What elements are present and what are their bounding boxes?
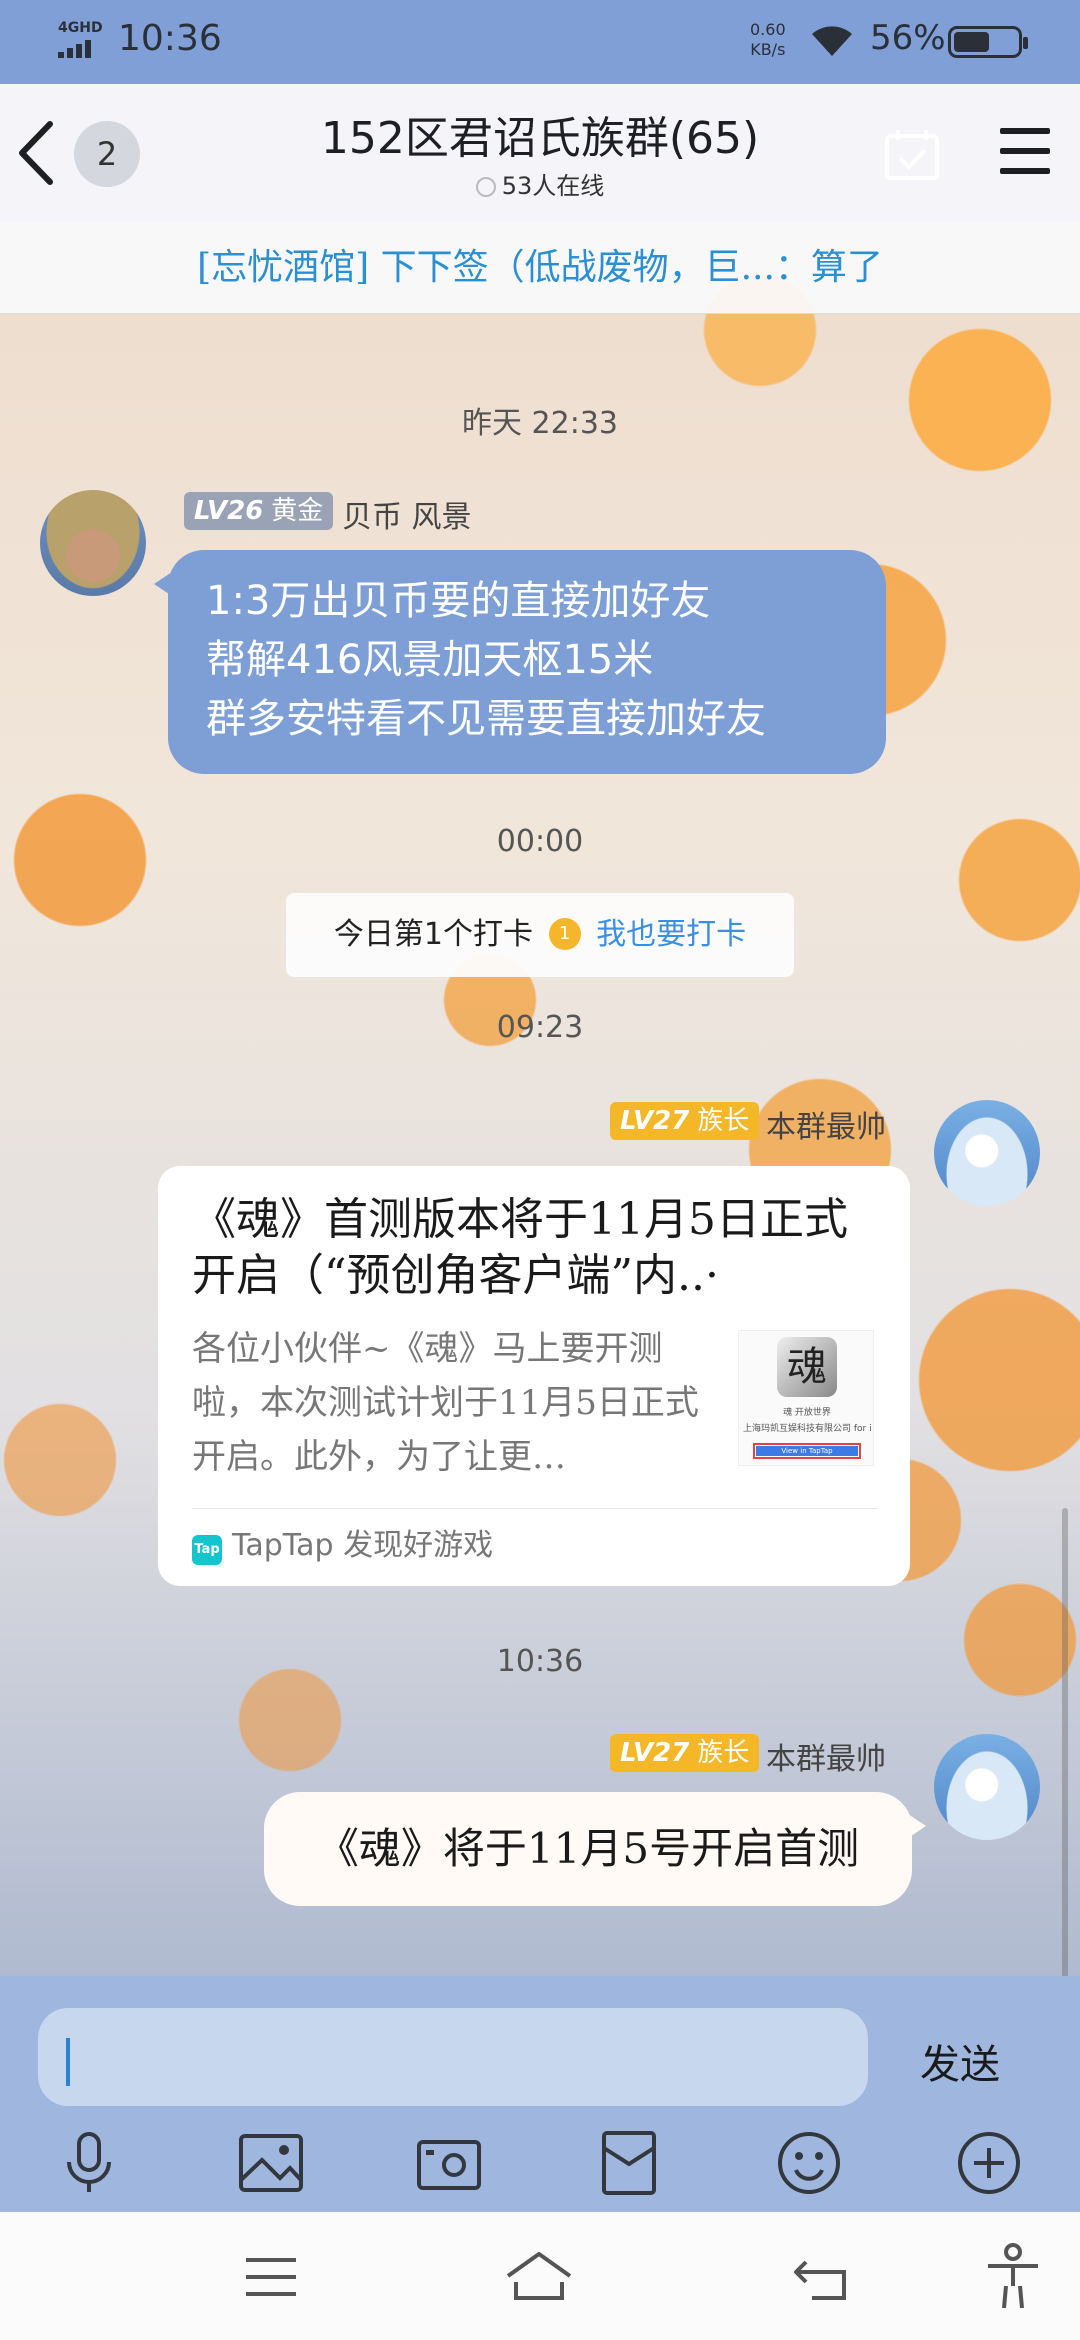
message-timestamp: 10:36 bbox=[496, 1644, 584, 1679]
wifi-icon bbox=[812, 26, 852, 56]
home-icon[interactable] bbox=[504, 2242, 574, 2312]
card-source: Tap TapTap 发现好游戏 bbox=[192, 1522, 493, 1570]
network-speed: 0.60 KB/s bbox=[750, 20, 786, 60]
thumb-caption: 魂 开放世界 bbox=[783, 1408, 831, 1418]
camera-icon[interactable] bbox=[414, 2128, 484, 2198]
battery-level bbox=[954, 32, 989, 52]
card-description: 各位小伙伴~《魂》马上要开测啦，本次测试计划于11月5日正式开启。此外，为了让更… bbox=[192, 1329, 699, 1477]
network-type: 4GHD bbox=[58, 20, 103, 36]
level-number: LV26 bbox=[194, 496, 264, 526]
calendar-check-icon[interactable] bbox=[884, 126, 940, 182]
image-icon[interactable] bbox=[236, 2128, 306, 2198]
message-timestamp: 昨天 22:33 bbox=[462, 406, 618, 441]
level-badge: LV27 族长 bbox=[610, 1102, 760, 1140]
level-badge: LV27 族长 bbox=[610, 1734, 760, 1772]
checkin-rank: 1 bbox=[558, 923, 571, 944]
microphone-icon[interactable] bbox=[54, 2128, 124, 2198]
hamburger-icon[interactable] bbox=[1000, 128, 1050, 174]
thumb-button: View in TapTap bbox=[753, 1443, 861, 1459]
back-icon[interactable] bbox=[788, 2242, 858, 2312]
message-line: 帮解416风景加天枢15米 bbox=[206, 637, 654, 683]
system-nav-bar bbox=[0, 2212, 1080, 2340]
send-button[interactable]: 发送 bbox=[900, 2032, 1020, 2090]
battery-icon bbox=[948, 26, 1028, 58]
sender-name[interactable]: 本群最帅 bbox=[766, 1102, 886, 1146]
card-thumbnail: 魂 魂 开放世界 上海玛凯互娱科技有限公司 for it View in Tap… bbox=[738, 1330, 874, 1466]
thumb-publisher: 上海玛凯互娱科技有限公司 for it bbox=[743, 1424, 871, 1434]
message-bubble[interactable]: 《魂》将于11月5号开启首测 bbox=[264, 1792, 926, 1906]
card-source-text: TapTap 发现好游戏 bbox=[232, 1528, 494, 1563]
sender-name[interactable]: 本群最帅 bbox=[766, 1734, 886, 1778]
card-title: 《魂》首测版本将于11月5日正式开启（“预创角客户端”内..· bbox=[192, 1194, 848, 1301]
accessibility-icon[interactable] bbox=[978, 2242, 1048, 2312]
level-title: 族长 bbox=[697, 1738, 750, 1768]
plus-icon[interactable] bbox=[954, 2128, 1024, 2198]
text-caret bbox=[66, 2038, 70, 2086]
checkin-link[interactable]: 我也要打卡 bbox=[596, 917, 746, 952]
message-line: 1:3万出贝币要的直接加好友 bbox=[206, 578, 711, 624]
battery-percent: 56% bbox=[870, 18, 946, 58]
chat-header: 2 152区君诏氏族群(65) 53人在线 bbox=[0, 84, 1080, 222]
checkin-text: 今日第1个打卡 bbox=[333, 917, 533, 952]
network-speed-unit: KB/s bbox=[750, 40, 786, 59]
thumb-button-label: View in TapTap bbox=[756, 1446, 858, 1456]
divider bbox=[192, 1508, 878, 1509]
sender-avatar[interactable] bbox=[934, 1734, 1040, 1840]
emoji-icon[interactable] bbox=[774, 2128, 844, 2198]
sender-avatar[interactable] bbox=[40, 490, 146, 596]
level-badge: LV26 黄金 bbox=[184, 492, 334, 530]
red-packet-icon[interactable] bbox=[594, 2128, 664, 2198]
game-logo: 魂 bbox=[777, 1337, 837, 1397]
online-count-text: 53人在线 bbox=[501, 172, 605, 200]
signal-icon bbox=[58, 40, 98, 58]
message-timestamp: 00:00 bbox=[496, 824, 584, 859]
level-number: LV27 bbox=[620, 1106, 690, 1136]
online-status-icon bbox=[475, 177, 496, 197]
network-speed-value: 0.60 bbox=[750, 20, 786, 39]
sender-name[interactable]: 贝币 风景 bbox=[342, 492, 472, 536]
message-line: 群多安特看不见需要直接加好友 bbox=[206, 696, 766, 742]
message-input[interactable] bbox=[38, 2008, 868, 2106]
level-title: 族长 bbox=[697, 1106, 750, 1136]
message-bubble[interactable]: 1:3万出贝币要的直接加好友 帮解416风景加天枢15米 群多安特看不见需要直接… bbox=[154, 550, 886, 774]
scrollbar[interactable] bbox=[1062, 1508, 1068, 1978]
level-title: 黄金 bbox=[271, 496, 324, 526]
medal-icon: 1 bbox=[548, 918, 581, 950]
message-timestamp: 09:23 bbox=[496, 1010, 584, 1045]
checkin-notice: 今日第1个打卡 1 我也要打卡 bbox=[286, 893, 794, 977]
level-number: LV27 bbox=[620, 1738, 690, 1768]
clock: 10:36 bbox=[118, 18, 222, 59]
input-bar: 发送 bbox=[0, 1976, 1080, 2212]
link-card[interactable]: 《魂》首测版本将于11月5日正式开启（“预创角客户端”内..· 各位小伙伴~《魂… bbox=[158, 1166, 910, 1586]
status-bar: 4GHD 10:36 0.60 KB/s 56% bbox=[0, 0, 1080, 84]
pinned-announcement[interactable]: [忘忧酒馆] 下下签（低战废物，巨...：算了 bbox=[0, 222, 1080, 314]
menu-icon[interactable] bbox=[236, 2242, 306, 2312]
sender-avatar[interactable] bbox=[934, 1100, 1040, 1206]
taptap-icon: Tap bbox=[192, 1535, 222, 1565]
